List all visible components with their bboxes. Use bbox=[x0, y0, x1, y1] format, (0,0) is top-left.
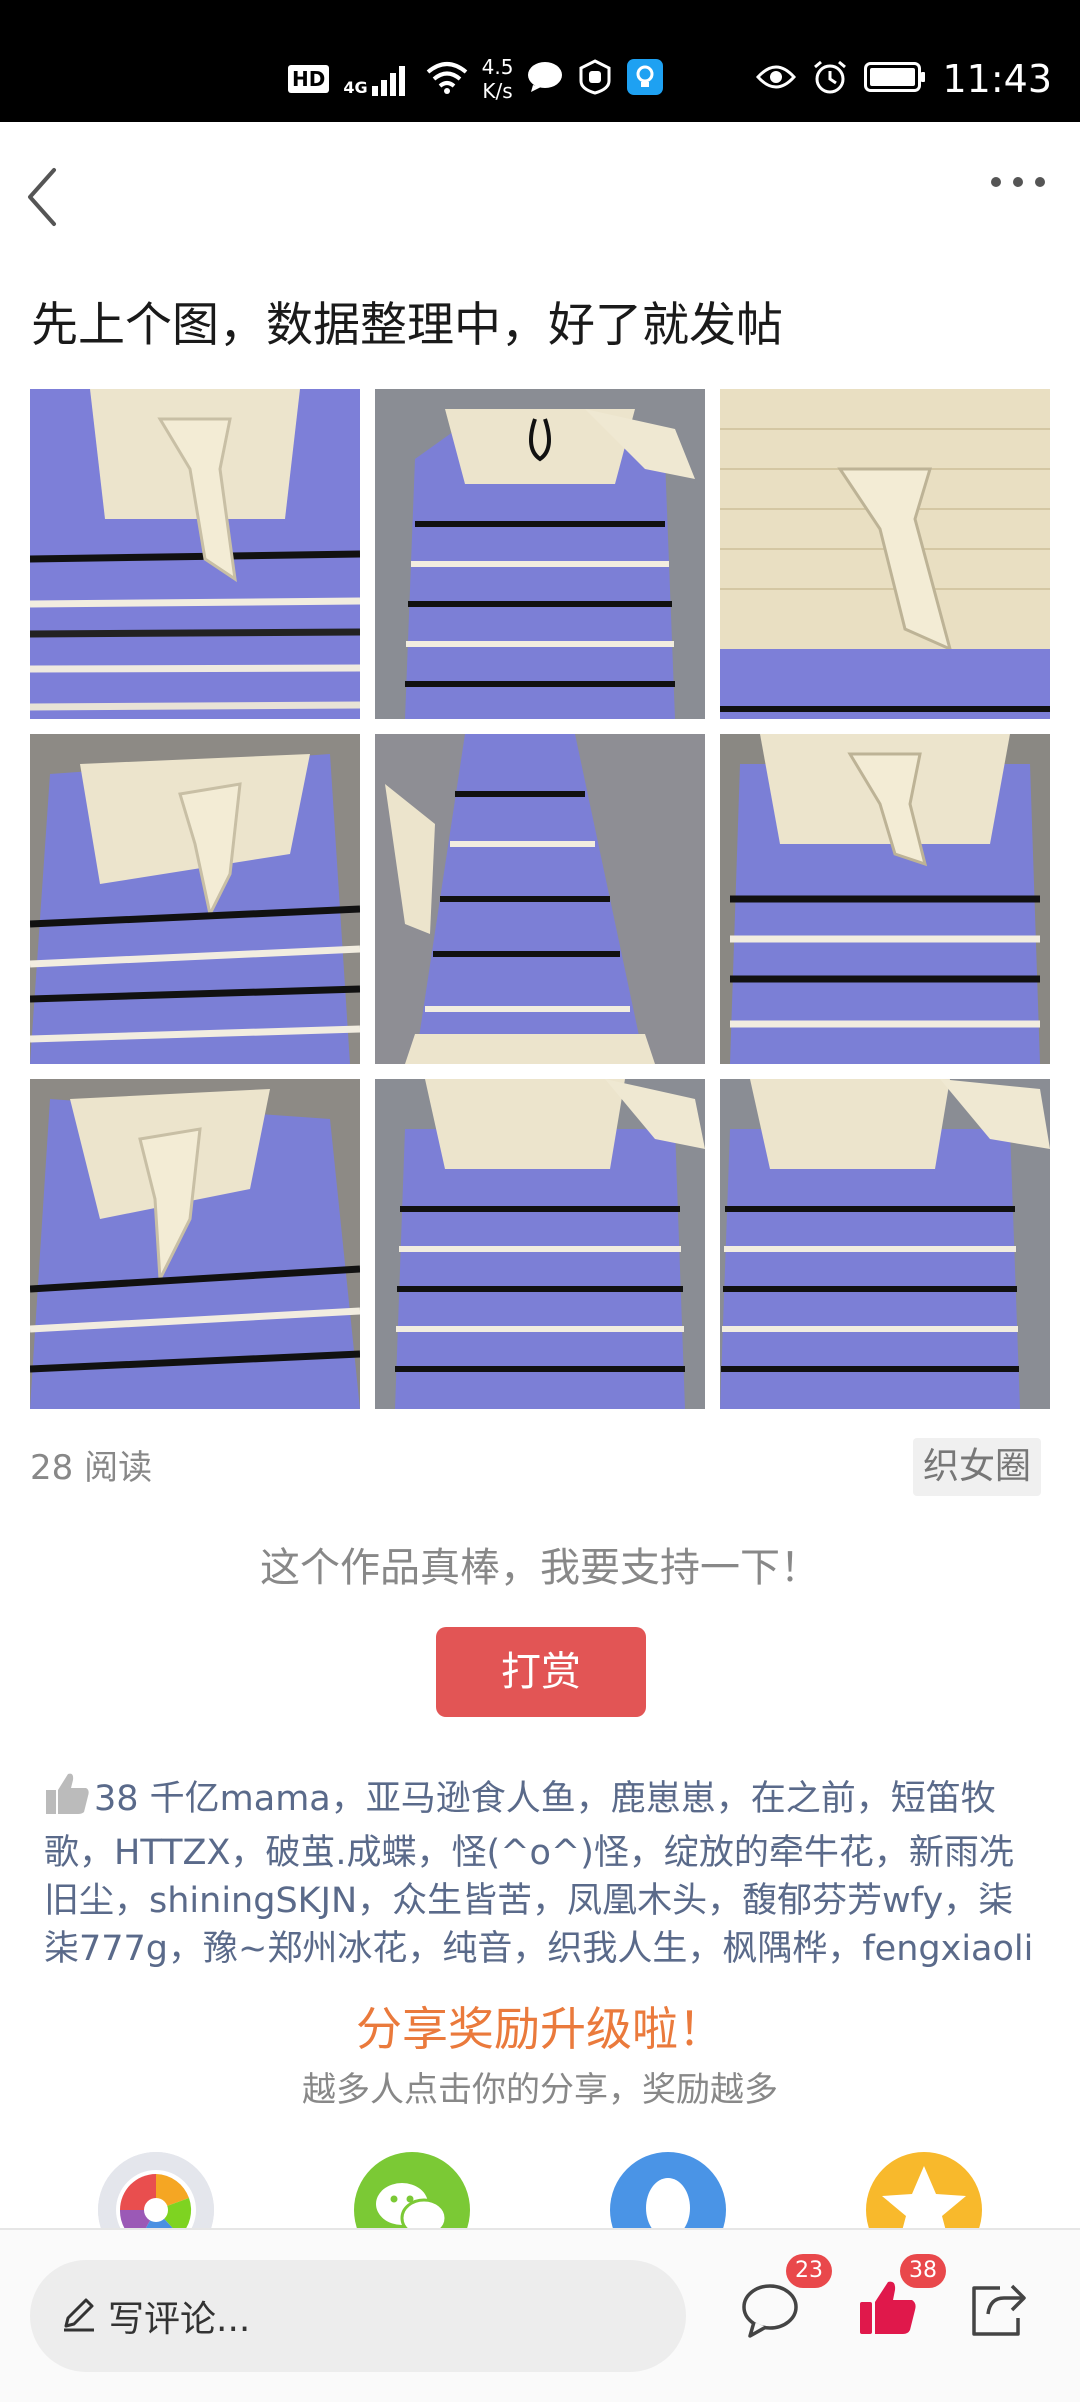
nav-bar bbox=[0, 122, 1080, 268]
photo-5[interactable] bbox=[375, 734, 705, 1064]
photo-6[interactable] bbox=[720, 734, 1050, 1064]
comment-bubble-icon bbox=[742, 2284, 798, 2338]
status-bar: HD 4G 4.5 K/s 11:43 bbox=[0, 0, 1080, 122]
circle-tag[interactable]: 织女圈 bbox=[913, 1438, 1042, 1496]
liker-names: 38 千亿mama，亚马逊食人鱼，鹿崽崽，在之前，短笛牧歌，HTTZX，破茧.成… bbox=[44, 1779, 1034, 1969]
chevron-left-icon bbox=[28, 168, 56, 226]
photo-4[interactable] bbox=[30, 734, 360, 1064]
photo-3[interactable] bbox=[720, 389, 1050, 719]
back-button[interactable] bbox=[22, 162, 82, 232]
battery-icon bbox=[864, 62, 926, 96]
wifi-icon bbox=[426, 60, 468, 98]
pencil-icon bbox=[60, 2294, 98, 2336]
read-count: 28 阅读 bbox=[30, 1448, 153, 1488]
share-subtitle: 越多人点击你的分享，奖励越多 bbox=[302, 2070, 778, 2110]
speed-unit: K/s bbox=[482, 79, 513, 103]
thumbs-up-filled-icon bbox=[860, 2281, 916, 2334]
photo-9[interactable] bbox=[720, 1079, 1050, 1409]
comment-input[interactable]: 写评论... bbox=[30, 2260, 686, 2372]
liker-list: 38 千亿mama，亚马逊食人鱼，鹿崽崽，在之前，短笛牧歌，HTTZX，破茧.成… bbox=[44, 1770, 1034, 1973]
alarm-icon bbox=[812, 59, 848, 99]
comments-button[interactable]: 23 bbox=[740, 2254, 832, 2340]
share-title: 分享奖励升级啦！ bbox=[356, 2002, 724, 2056]
comment-placeholder: 写评论... bbox=[108, 2299, 251, 2340]
network-speed: 4.5 K/s bbox=[482, 55, 514, 103]
thumbs-up-icon bbox=[44, 1770, 90, 1829]
like-button[interactable]: 38 bbox=[858, 2254, 946, 2338]
reward-button[interactable]: 打赏 bbox=[436, 1627, 646, 1717]
qzone-share-icon[interactable] bbox=[866, 2152, 982, 2232]
post-title: 先上个图，数据整理中，好了就发帖 bbox=[31, 298, 783, 353]
more-button[interactable] bbox=[988, 172, 1058, 222]
photo-grid bbox=[30, 389, 1051, 1410]
support-prompt: 这个作品真棒，我要支持一下！ bbox=[260, 1545, 820, 1591]
bottom-bar: 写评论... 23 38 bbox=[0, 2228, 1080, 2402]
photo-7[interactable] bbox=[30, 1079, 360, 1409]
like-count-badge: 38 bbox=[900, 2254, 946, 2288]
share-icons-row bbox=[0, 2152, 1080, 2232]
status-left: HD 4G 4.5 K/s bbox=[288, 54, 664, 104]
comment-count-badge: 23 bbox=[786, 2254, 832, 2288]
signal-icon: 4G bbox=[343, 62, 411, 96]
message-icon bbox=[527, 61, 563, 97]
speed-value: 4.5 bbox=[481, 55, 514, 79]
photo-2[interactable] bbox=[375, 389, 705, 719]
status-right: 11:43 bbox=[756, 54, 1052, 104]
wechat-share-icon[interactable] bbox=[354, 2152, 470, 2232]
hd-badge: HD bbox=[288, 65, 330, 93]
qq-share-icon[interactable] bbox=[610, 2152, 726, 2232]
network-type: 4G bbox=[343, 78, 368, 97]
share-button[interactable] bbox=[968, 2278, 1028, 2338]
photos-share-icon[interactable] bbox=[98, 2152, 214, 2232]
bulb-app-icon bbox=[627, 59, 664, 99]
share-icon bbox=[972, 2284, 1026, 2336]
shield-hand-icon bbox=[577, 59, 613, 99]
photo-1[interactable] bbox=[30, 389, 360, 719]
clock: 11:43 bbox=[942, 57, 1052, 101]
photo-8[interactable] bbox=[375, 1079, 705, 1409]
more-dots-icon bbox=[991, 177, 1045, 187]
eye-icon bbox=[756, 63, 797, 95]
